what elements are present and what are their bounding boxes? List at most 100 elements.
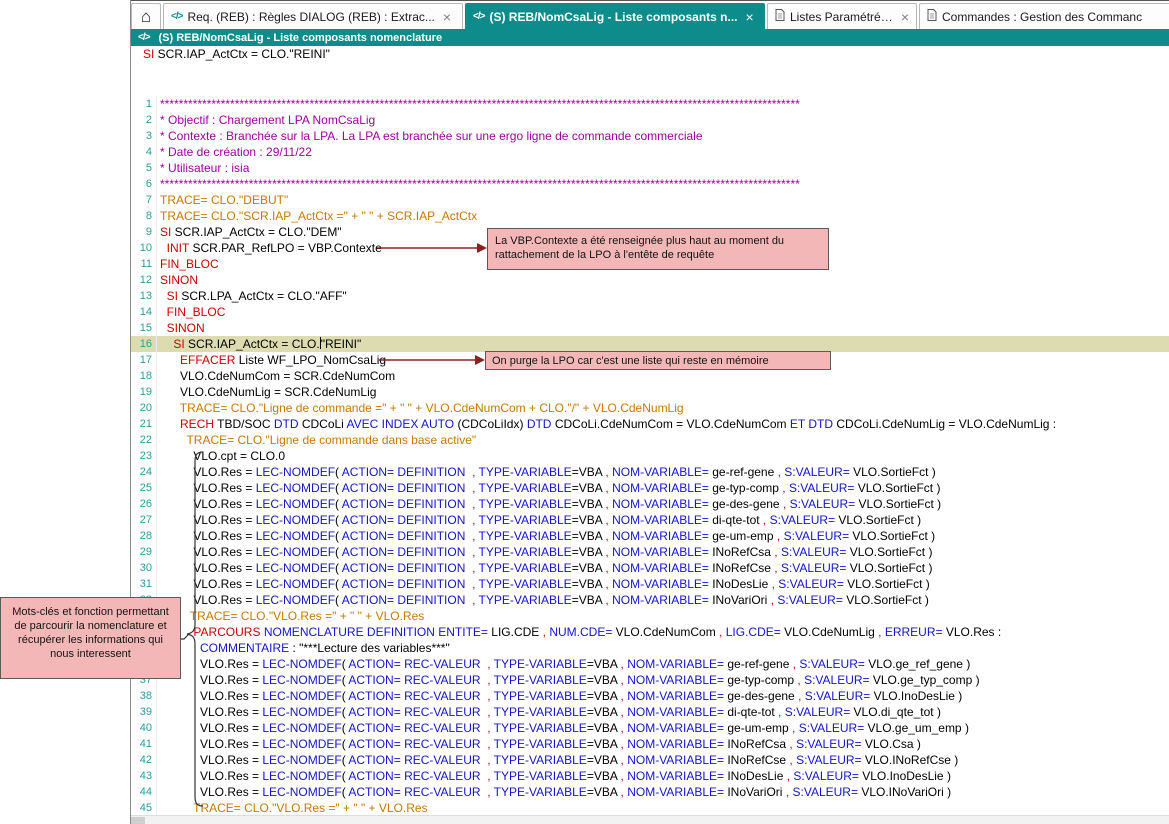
scrollbar-thumb[interactable] — [131, 817, 145, 824]
code-line-15[interactable]: 15 SINON — [131, 320, 1169, 336]
close-icon[interactable]: × — [746, 10, 754, 24]
code-token: S:VALEUR= — [781, 545, 846, 559]
code-token: S:VALEUR= — [793, 785, 858, 799]
code-line-35[interactable]: 35 COMMENTAIRE : "***Lecture des variabl… — [131, 640, 1169, 656]
code-token: LEC-NOMDEF — [262, 785, 341, 799]
code-token: NOM-VARIABLE= — [627, 785, 724, 799]
tab-nomcsalig-active[interactable]: </> (S) REB/NomCsaLig - Liste composants… — [465, 3, 765, 29]
code-line-19[interactable]: 19 VLO.CdeNumLig = SCR.CdeNumLig — [131, 384, 1169, 400]
code-token: ( — [335, 561, 342, 575]
line-number: 19 — [131, 384, 157, 400]
code-token: LEC-NOMDEF — [262, 657, 341, 671]
code-line-5[interactable]: 5* Utilisateur : isia — [131, 160, 1169, 176]
code-line-34[interactable]: 34 PARCOURS NOMENCLATURE DEFINITION ENTI… — [131, 624, 1169, 640]
horizontal-scrollbar[interactable] — [131, 815, 1169, 824]
code-line-41[interactable]: 41 VLO.Res = LEC-NOMDEF( ACTION= REC-VAL… — [131, 736, 1169, 752]
code-line-25[interactable]: 25 VLO.Res = LEC-NOMDEF( ACTION= DEFINIT… — [131, 480, 1169, 496]
code-token: NOM-VARIABLE= — [612, 561, 709, 575]
line-number: 27 — [131, 512, 157, 528]
code-editor[interactable]: 1***************************************… — [131, 62, 1169, 824]
code-token: LEC-NOMDEF — [256, 497, 335, 511]
code-line-45[interactable]: 45 TRACE= CLO."VLO.Res =" + " " + VLO.Re… — [131, 800, 1169, 816]
code-text: VLO.Res = LEC-NOMDEF( ACTION= DEFINITION… — [157, 528, 935, 544]
code-line-32[interactable]: 32 VLO.Res = LEC-NOMDEF( ACTION= DEFINIT… — [131, 592, 1169, 608]
code-text: SI SCR.IAP_ActCtx = CLO."DEM" — [157, 224, 342, 240]
code-line-36[interactable]: 36 VLO.Res = LEC-NOMDEF( ACTION= REC-VAL… — [131, 656, 1169, 672]
code-icon: </> — [473, 11, 484, 22]
code-line-39[interactable]: 39 VLO.Res = LEC-NOMDEF( ACTION= REC-VAL… — [131, 704, 1169, 720]
code-token: VLO.cpt = CLO.0 — [160, 449, 285, 463]
code-token: TYPE-VARIABLE — [494, 689, 587, 703]
code-token: SI — [160, 225, 171, 239]
close-icon[interactable]: × — [901, 10, 909, 24]
code-line-12[interactable]: 12SINON — [131, 272, 1169, 288]
code-line-8[interactable]: 8TRACE= CLO."SCR.IAP_ActCtx =" + " " + S… — [131, 208, 1169, 224]
code-line-7[interactable]: 7TRACE= CLO."DEBUT" — [131, 192, 1169, 208]
code-token — [160, 433, 186, 447]
code-token: DTD — [527, 417, 552, 431]
code-line-33[interactable]: 33 TRACE= CLO."VLO.Res =" + " " + VLO.Re… — [131, 608, 1169, 624]
code-line-1[interactable]: 1***************************************… — [131, 96, 1169, 112]
line-number: 25 — [131, 480, 157, 496]
line-number: 43 — [131, 768, 157, 784]
code-line-42[interactable]: 42 VLO.Res = LEC-NOMDEF( ACTION= REC-VAL… — [131, 752, 1169, 768]
code-token: =VBA — [587, 785, 621, 799]
code-line-21[interactable]: 21 RECH TBD/SOC DTD CDCoLi AVEC INDEX AU… — [131, 416, 1169, 432]
close-icon[interactable]: × — [443, 10, 451, 24]
code-token: ge-des-gene — [709, 497, 783, 511]
code-token: NOM-VARIABLE= — [612, 593, 709, 607]
code-token: ge-typ-comp — [724, 673, 797, 687]
code-line-30[interactable]: 30 VLO.Res = LEC-NOMDEF( ACTION= DEFINIT… — [131, 560, 1169, 576]
code-line-43[interactable]: 43 VLO.Res = LEC-NOMDEF( ACTION= REC-VAL… — [131, 768, 1169, 784]
code-line-2[interactable]: 2* Objectif : Chargement LPA NomCsaLig — [131, 112, 1169, 128]
code-line-44[interactable]: 44 VLO.Res = LEC-NOMDEF( ACTION= REC-VAL… — [131, 784, 1169, 800]
code-token: TRACE= CLO."VLO.Res =" + " " + VLO.Res — [193, 801, 427, 815]
code-token: =VBA — [572, 513, 606, 527]
tab-home[interactable]: ⌂ — [131, 3, 161, 29]
code-line-38[interactable]: 38 VLO.Res = LEC-NOMDEF( ACTION= REC-VAL… — [131, 688, 1169, 704]
code-line-18[interactable]: 18 VLO.CdeNumCom = SCR.CdeNumCom — [131, 368, 1169, 384]
code-line-20[interactable]: 20 TRACE= CLO."Ligne de commande =" + " … — [131, 400, 1169, 416]
code-token: * Objectif : Chargement LPA NomCsaLig — [160, 113, 375, 127]
line-number: 20 — [131, 400, 157, 416]
line-number: 8 — [131, 208, 157, 224]
code-line-27[interactable]: 27 VLO.Res = LEC-NOMDEF( ACTION= DEFINIT… — [131, 512, 1169, 528]
code-line-14[interactable]: 14 FIN_BLOC — [131, 304, 1169, 320]
code-token: TRACE= CLO."Ligne de commande dans base … — [186, 433, 476, 447]
code-line-29[interactable]: 29 VLO.Res = LEC-NOMDEF( ACTION= DEFINIT… — [131, 544, 1169, 560]
code-token: TYPE-VARIABLE — [479, 529, 572, 543]
code-token: VLO.ge_typ_comp ) — [870, 673, 980, 687]
code-line-37[interactable]: 37 VLO.Res = LEC-NOMDEF( ACTION= REC-VAL… — [131, 672, 1169, 688]
code-token: ACTION= REC-VALEUR — [348, 657, 480, 671]
code-line-23[interactable]: 23 VLO.cpt = CLO.0 — [131, 448, 1169, 464]
code-line-31[interactable]: 31 VLO.Res = LEC-NOMDEF( ACTION= DEFINIT… — [131, 576, 1169, 592]
tab-commandes[interactable]: Commandes : Gestion des Commanc — [919, 3, 1169, 29]
code-line-16[interactable]: 16 SI SCR.IAP_ActCtx = CLO."REINI" — [131, 336, 1169, 352]
code-token: ge-typ-comp — [709, 481, 782, 495]
code-text: VLO.Res = LEC-NOMDEF( ACTION= REC-VALEUR… — [157, 720, 969, 736]
code-line-6[interactable]: 6***************************************… — [131, 176, 1169, 192]
tab-req-reb[interactable]: </> Req. (REB) : Règles DIALOG (REB) : E… — [163, 3, 463, 29]
code-token: VLO.Res = — [160, 529, 256, 543]
code-text: COMMENTAIRE : "***Lecture des variables*… — [157, 640, 450, 656]
code-line-4[interactable]: 4* Date de création : 29/11/22 — [131, 144, 1169, 160]
code-token: : "***Lecture des variables***" — [289, 641, 450, 655]
code-text: INIT SCR.PAR_RefLPO = VBP.Contexte — [157, 240, 382, 256]
code-line-28[interactable]: 28 VLO.Res = LEC-NOMDEF( ACTION= DEFINIT… — [131, 528, 1169, 544]
tab-listes-parametrees[interactable]: Listes Paramétrées × — [767, 3, 917, 29]
line-number: 12 — [131, 272, 157, 288]
code-line-13[interactable]: 13 SI SCR.LPA_ActCtx = CLO."AFF" — [131, 288, 1169, 304]
code-text: VLO.CdeNumLig = SCR.CdeNumLig — [157, 384, 376, 400]
code-line-26[interactable]: 26 VLO.Res = LEC-NOMDEF( ACTION= DEFINIT… — [131, 496, 1169, 512]
code-token: SCR.PAR_RefLPO = VBP.Contexte — [189, 241, 382, 255]
code-token: NOM-VARIABLE= — [627, 737, 724, 751]
document-title: (S) REB/NomCsaLig - Liste composants nom… — [158, 32, 442, 44]
code-token: S:VALEUR= — [778, 577, 843, 591]
line-number: 9 — [131, 224, 157, 240]
code-line-3[interactable]: 3* Contexte : Branchée sur la LPA. La LP… — [131, 128, 1169, 144]
code-token: NOM-VARIABLE= — [612, 465, 709, 479]
code-token: ERREUR= — [885, 625, 943, 639]
code-line-24[interactable]: 24 VLO.Res = LEC-NOMDEF( ACTION= DEFINIT… — [131, 464, 1169, 480]
code-line-40[interactable]: 40 VLO.Res = LEC-NOMDEF( ACTION= REC-VAL… — [131, 720, 1169, 736]
code-line-22[interactable]: 22 TRACE= CLO."Ligne de commande dans ba… — [131, 432, 1169, 448]
